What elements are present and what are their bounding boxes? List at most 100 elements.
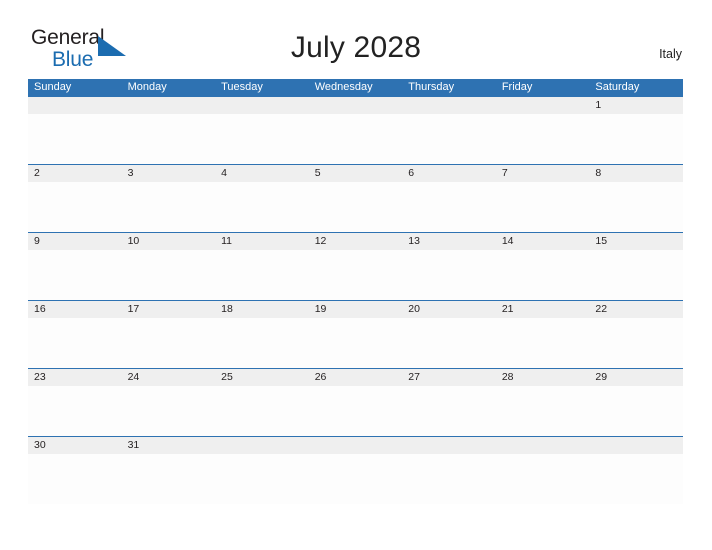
day-cell[interactable] [589, 182, 683, 232]
day-number[interactable] [28, 97, 122, 114]
day-cell[interactable] [589, 250, 683, 300]
day-cell[interactable] [402, 454, 496, 504]
day-number[interactable]: 4 [215, 165, 309, 182]
day-number[interactable]: 12 [309, 233, 403, 250]
weekday-header-saturday: Saturday [595, 81, 640, 93]
day-number[interactable]: 22 [589, 301, 683, 318]
day-number[interactable]: 19 [309, 301, 403, 318]
week-date-strip: 9 10 11 12 13 14 15 [28, 233, 683, 250]
day-cell[interactable] [589, 318, 683, 368]
day-number[interactable]: 7 [496, 165, 590, 182]
day-number[interactable]: 25 [215, 369, 309, 386]
day-cell[interactable] [28, 318, 122, 368]
day-cell[interactable] [496, 318, 590, 368]
day-number[interactable]: 1 [589, 97, 683, 114]
day-cell[interactable] [309, 454, 403, 504]
day-number[interactable]: 3 [122, 165, 216, 182]
day-number[interactable]: 27 [402, 369, 496, 386]
week-row: 9 10 11 12 13 14 15 [28, 232, 683, 300]
week-event-area [28, 318, 683, 368]
day-number[interactable]: 5 [309, 165, 403, 182]
day-number[interactable]: 29 [589, 369, 683, 386]
day-cell[interactable] [28, 250, 122, 300]
day-cell[interactable] [122, 454, 216, 504]
week-event-area [28, 386, 683, 436]
day-cell[interactable] [496, 182, 590, 232]
day-cell[interactable] [215, 250, 309, 300]
day-number[interactable]: 18 [215, 301, 309, 318]
day-cell[interactable] [496, 250, 590, 300]
day-number[interactable]: 28 [496, 369, 590, 386]
day-cell[interactable] [28, 454, 122, 504]
day-number[interactable]: 10 [122, 233, 216, 250]
weekday-header-tuesday: Tuesday [221, 81, 263, 93]
day-cell[interactable] [589, 386, 683, 436]
day-cell[interactable] [122, 386, 216, 436]
day-number[interactable]: 6 [402, 165, 496, 182]
day-number[interactable]: 17 [122, 301, 216, 318]
day-number[interactable] [309, 437, 403, 454]
day-cell[interactable] [402, 250, 496, 300]
day-cell[interactable] [215, 182, 309, 232]
day-number[interactable] [496, 437, 590, 454]
weekday-header-thursday: Thursday [408, 81, 455, 93]
day-cell[interactable] [215, 318, 309, 368]
day-number[interactable] [309, 97, 403, 114]
day-cell[interactable] [402, 318, 496, 368]
day-cell[interactable] [122, 318, 216, 368]
day-number[interactable]: 20 [402, 301, 496, 318]
day-number[interactable] [215, 97, 309, 114]
week-event-area [28, 250, 683, 300]
day-cell[interactable] [589, 114, 683, 164]
day-number[interactable]: 11 [215, 233, 309, 250]
week-event-area [28, 114, 683, 164]
day-number[interactable]: 15 [589, 233, 683, 250]
day-number[interactable]: 24 [122, 369, 216, 386]
day-cell[interactable] [122, 182, 216, 232]
week-event-area [28, 454, 683, 504]
weekday-header-wednesday: Wednesday [314, 81, 373, 93]
day-number[interactable]: 31 [122, 437, 216, 454]
day-cell[interactable] [215, 386, 309, 436]
day-cell[interactable] [215, 454, 309, 504]
page-title: July 2028 [290, 31, 422, 64]
day-number[interactable]: 9 [28, 233, 122, 250]
day-number[interactable]: 30 [28, 437, 122, 454]
day-cell[interactable] [122, 114, 216, 164]
day-number[interactable] [589, 437, 683, 454]
day-number[interactable] [215, 437, 309, 454]
day-number[interactable]: 13 [402, 233, 496, 250]
week-row: 1 [28, 96, 683, 164]
day-cell[interactable] [496, 454, 590, 504]
day-cell[interactable] [215, 114, 309, 164]
day-number[interactable]: 16 [28, 301, 122, 318]
day-number[interactable] [496, 97, 590, 114]
day-number[interactable] [122, 97, 216, 114]
day-cell[interactable] [309, 386, 403, 436]
day-cell[interactable] [309, 182, 403, 232]
day-number[interactable]: 14 [496, 233, 590, 250]
day-cell[interactable] [309, 250, 403, 300]
day-cell[interactable] [122, 250, 216, 300]
day-number[interactable]: 26 [309, 369, 403, 386]
day-cell[interactable] [28, 386, 122, 436]
calendar-grid: Sunday Monday Tuesday Wednesday Thursday… [28, 79, 683, 504]
day-cell[interactable] [402, 114, 496, 164]
week-row: 30 31 [28, 436, 683, 504]
day-number[interactable]: 21 [496, 301, 590, 318]
day-cell[interactable] [402, 182, 496, 232]
day-cell[interactable] [402, 386, 496, 436]
day-cell[interactable] [28, 114, 122, 164]
day-cell[interactable] [496, 386, 590, 436]
day-cell[interactable] [496, 114, 590, 164]
day-number[interactable]: 2 [28, 165, 122, 182]
day-number[interactable] [402, 437, 496, 454]
day-cell[interactable] [28, 182, 122, 232]
week-row: 23 24 25 26 27 28 29 [28, 368, 683, 436]
day-cell[interactable] [589, 454, 683, 504]
day-cell[interactable] [309, 114, 403, 164]
day-number[interactable]: 8 [589, 165, 683, 182]
day-number[interactable] [402, 97, 496, 114]
day-cell[interactable] [309, 318, 403, 368]
day-number[interactable]: 23 [28, 369, 122, 386]
